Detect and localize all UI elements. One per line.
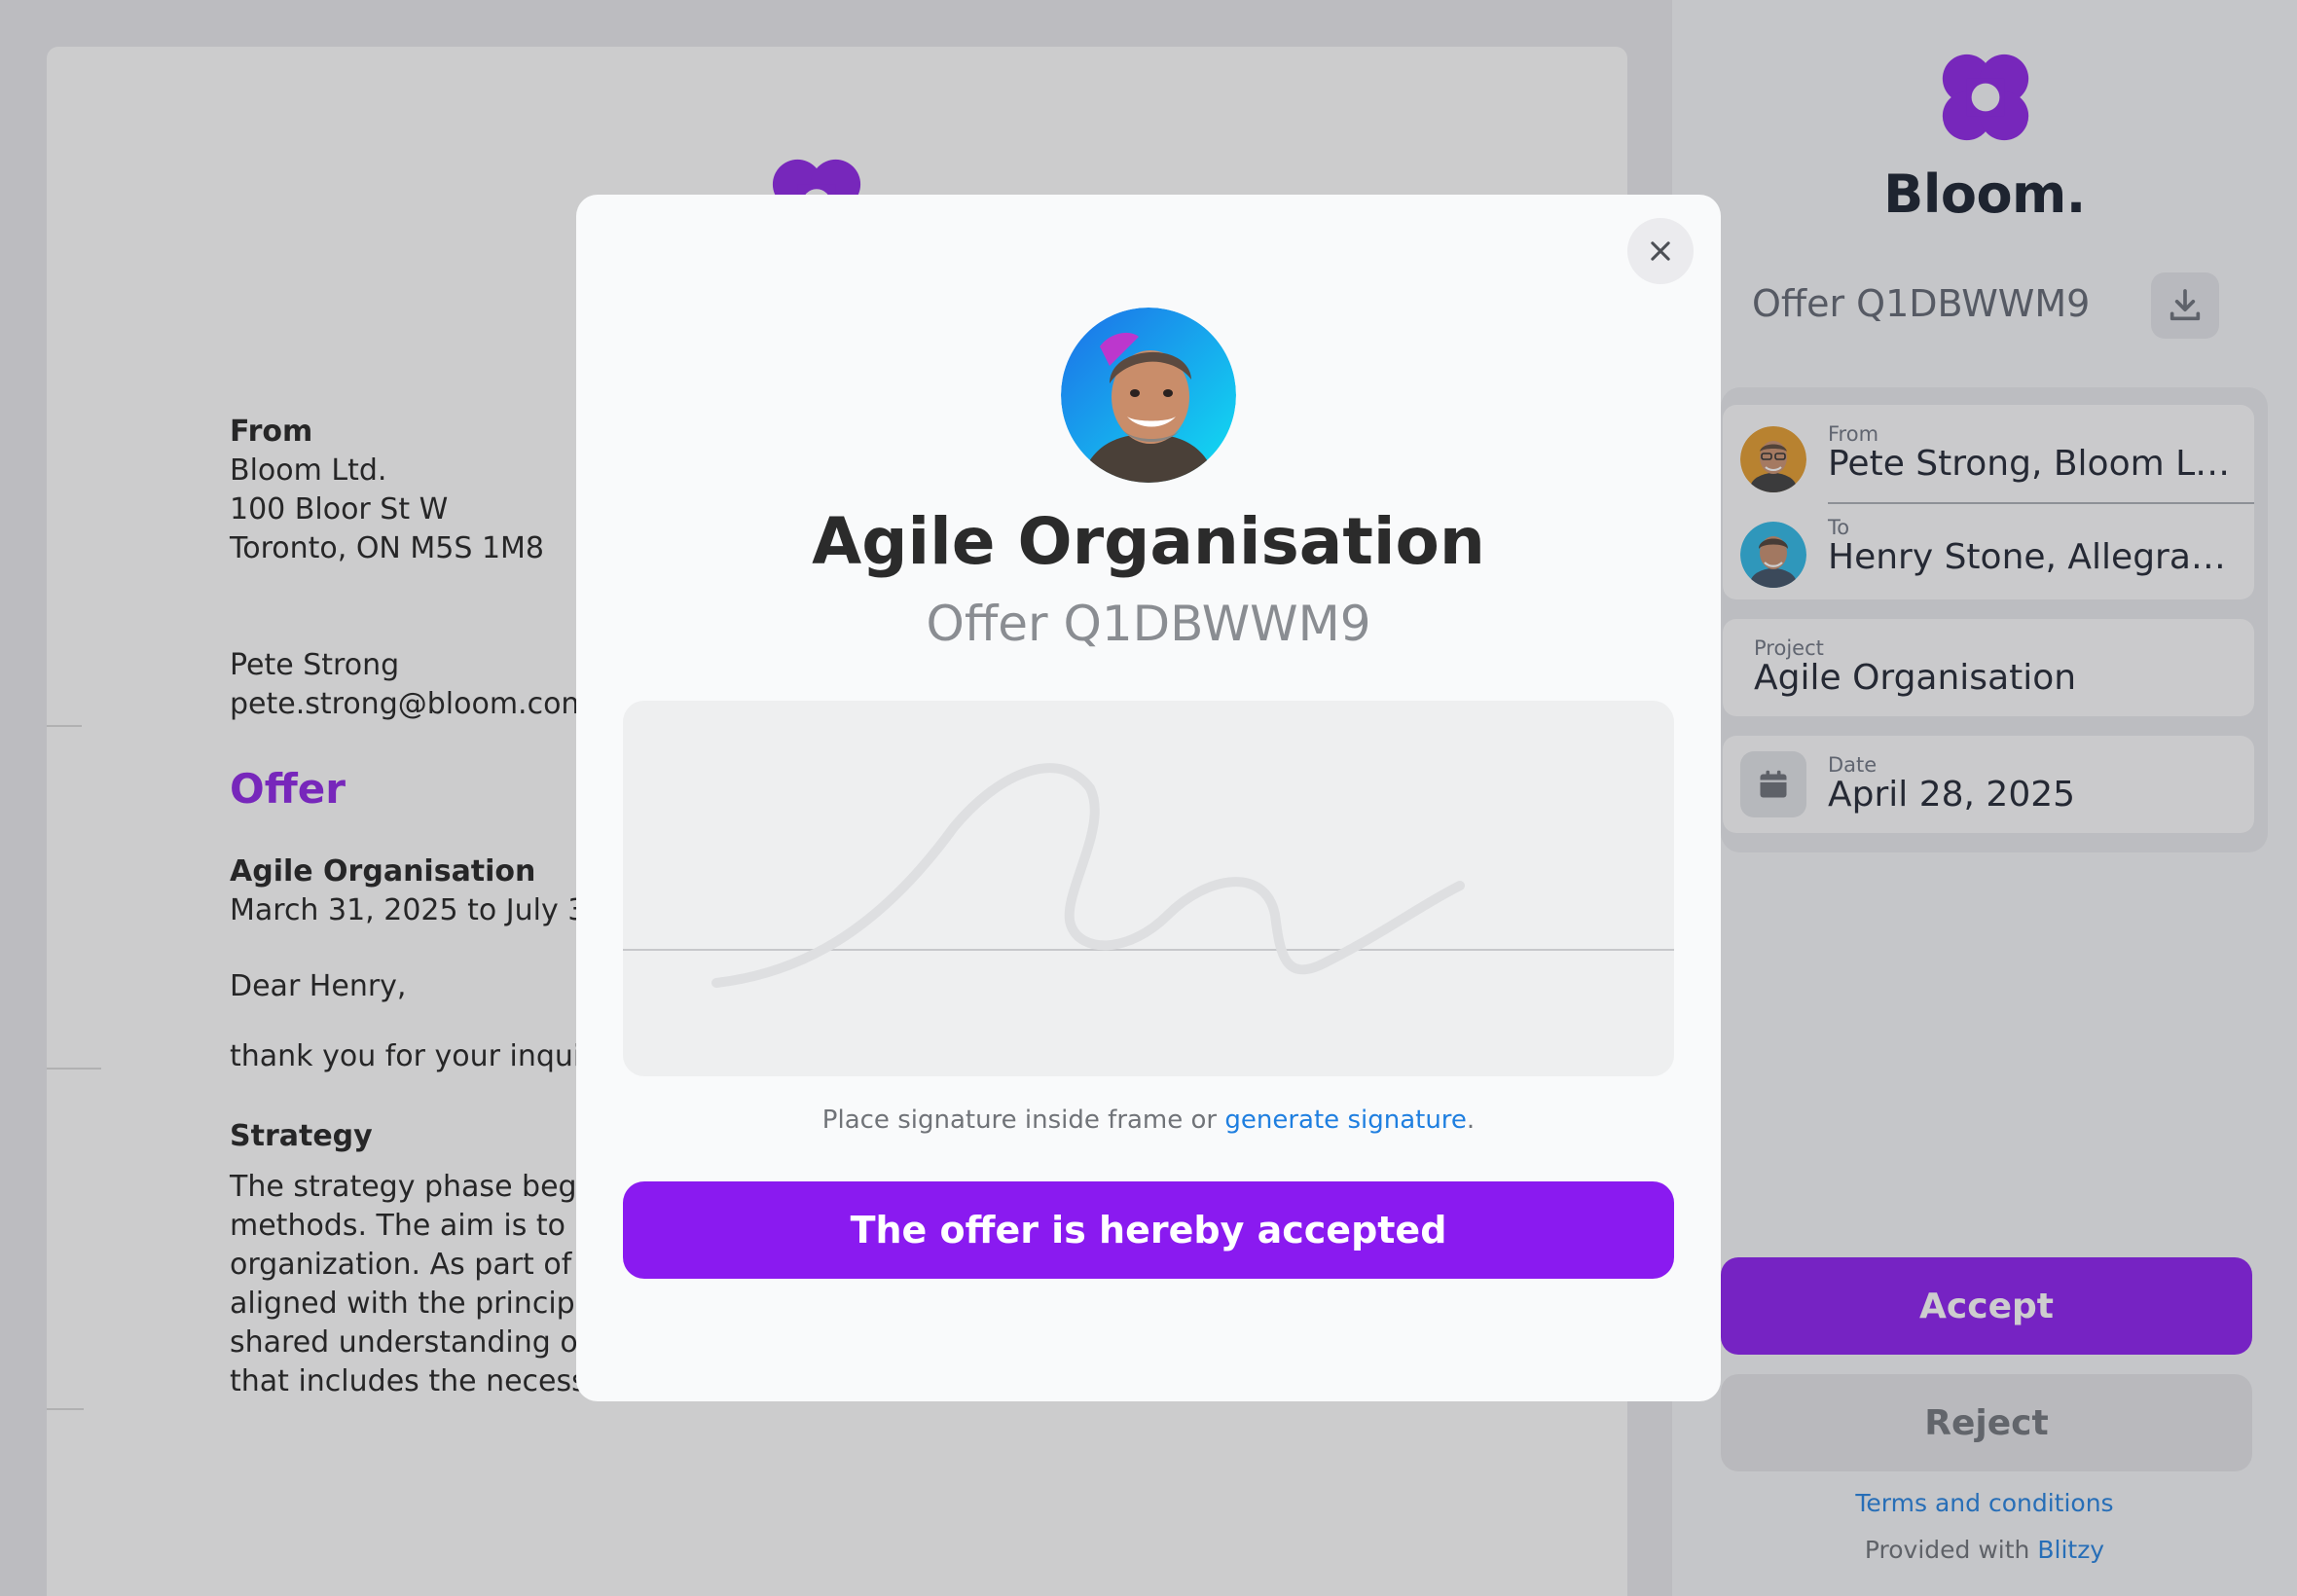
- signature-pad[interactable]: [623, 701, 1674, 1076]
- signature-hint: Place signature inside frame or generate…: [576, 1106, 1721, 1135]
- signer-avatar: [1061, 308, 1236, 483]
- hint-text: Place signature inside frame or: [821, 1106, 1218, 1135]
- signature-modal: Agile Organisation Offer Q1DBWWM9 Place …: [576, 195, 1721, 1401]
- close-icon: [1651, 241, 1670, 261]
- confirm-accept-button[interactable]: The offer is hereby accepted: [623, 1181, 1674, 1279]
- generate-signature-link[interactable]: generate signature: [1224, 1106, 1467, 1135]
- close-button[interactable]: [1627, 218, 1694, 284]
- hint-suffix: .: [1466, 1106, 1476, 1135]
- signature-stroke: [623, 763, 1674, 988]
- modal-title: Agile Organisation: [812, 504, 1485, 579]
- modal-subtitle: Offer Q1DBWWM9: [926, 596, 1371, 652]
